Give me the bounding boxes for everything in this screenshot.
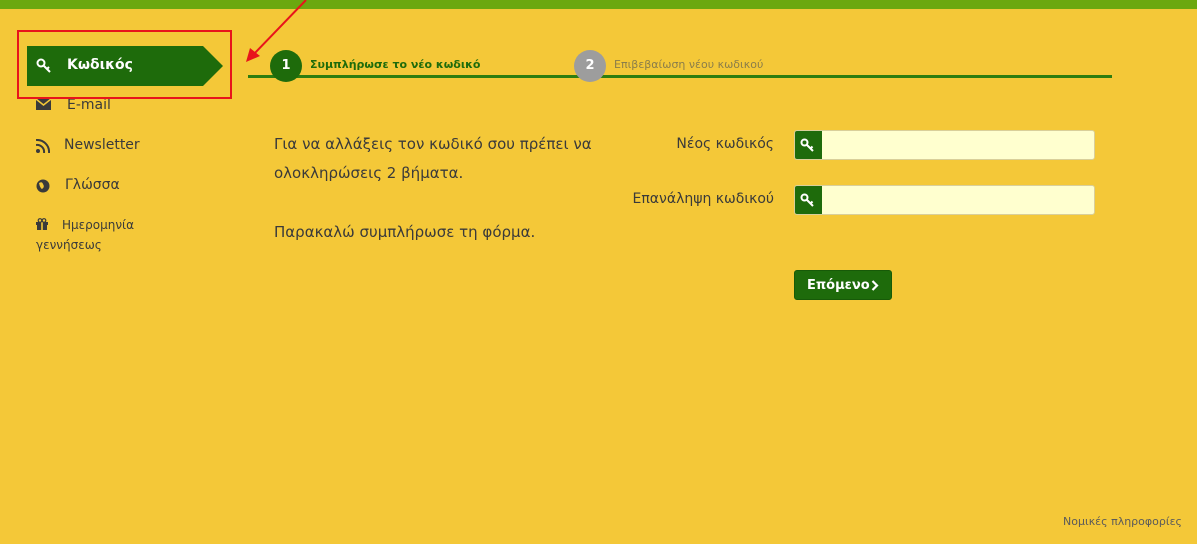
highlight-annotation-box [17,30,232,99]
repeat-password-input[interactable] [822,186,1094,214]
intro-instruction: Παρακαλώ συμπλήρωσε τη φόρμα. [274,223,536,241]
key-icon [795,131,822,159]
new-password-label: Νέος κωδικός [676,136,774,152]
step-1-label: Συμπλήρωσε το νέο κωδικό [310,58,481,71]
step-2-label: Επιβεβαίωση νέου κωδικού [614,58,764,71]
chevron-right-icon [871,280,879,295]
legal-info-link[interactable]: Νομικές πληροφορίες [1063,515,1182,528]
repeat-password-label: Επανάληψη κωδικού [632,191,774,207]
intro-text: Για να αλλάξεις τον κωδικό σου πρέπει να… [274,135,592,182]
new-password-field [794,130,1095,160]
sidebar-item-label: Γλώσσα [65,177,120,193]
rss-icon [35,138,51,157]
repeat-password-field [794,185,1095,215]
sidebar-item-birthdate[interactable]: Ημερομηνία γεννήσεως [36,216,186,255]
envelope-icon [35,98,52,115]
globe-icon [36,179,50,197]
key-icon [795,186,822,214]
next-button[interactable]: Επόμενο [794,270,892,300]
sidebar: Κωδικός E-mail Newsletter Γλώσσα Ημερομη… [0,0,240,544]
gift-icon [36,217,48,236]
step-2-badge: 2 [574,50,606,82]
step-1-badge: 1 [270,50,302,82]
steps-progress-line [248,75,1112,78]
sidebar-item-label: Newsletter [64,137,140,153]
next-button-label: Επόμενο [807,278,870,293]
sidebar-item-label: E-mail [67,97,111,113]
new-password-input[interactable] [822,131,1094,159]
sidebar-item-label: Ημερομηνία γεννήσεως [36,218,135,252]
